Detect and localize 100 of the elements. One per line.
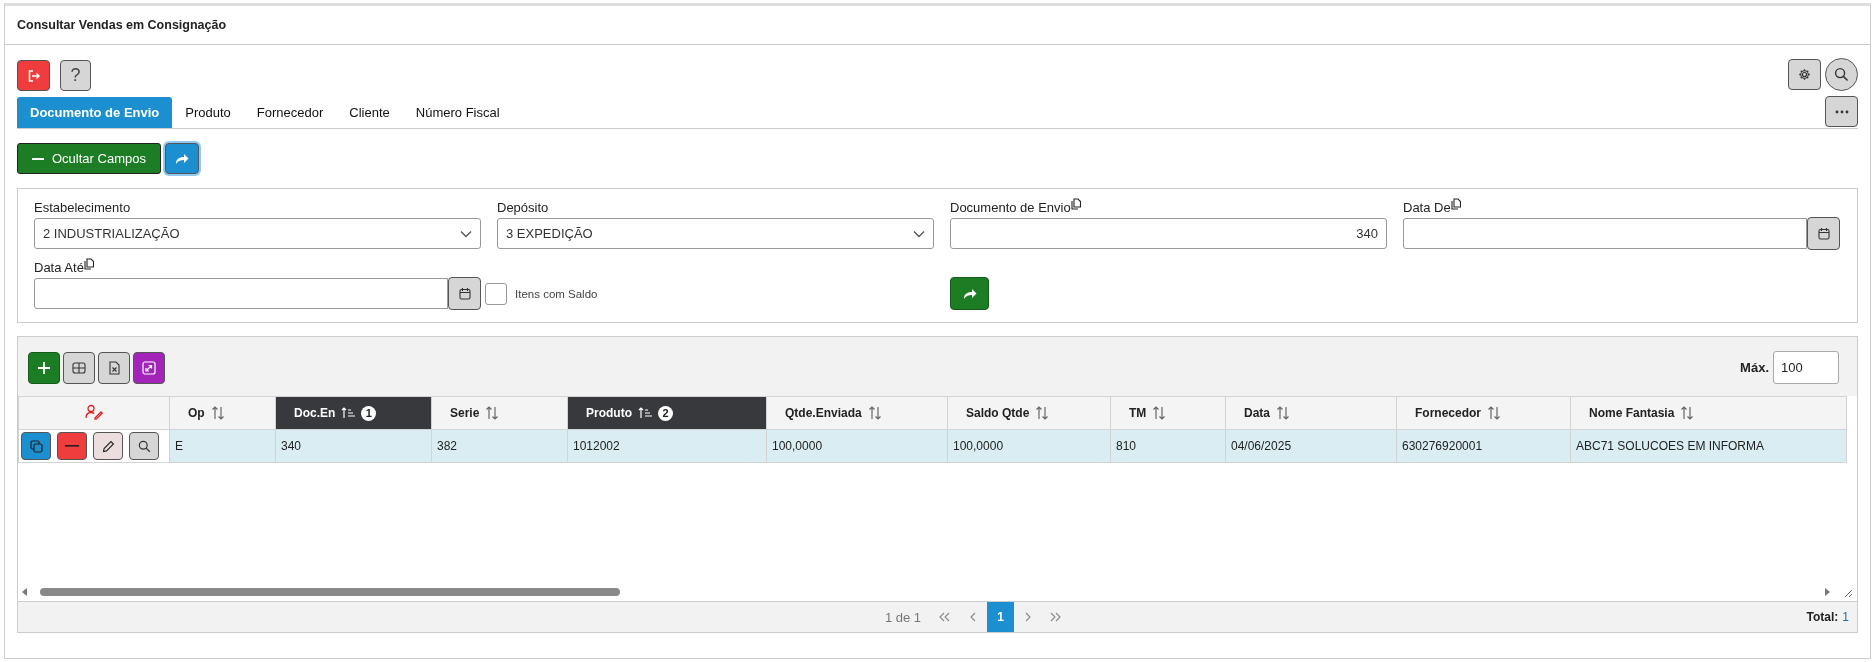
field-label: Depósito bbox=[497, 199, 549, 217]
chevron-down-icon bbox=[913, 229, 925, 238]
sort-order-badge: 2 bbox=[658, 405, 673, 421]
field-label: Estabelecimento bbox=[34, 199, 131, 217]
page-button[interactable]: 1 bbox=[987, 602, 1015, 632]
sort-order-badge: 1 bbox=[361, 405, 377, 421]
view-button[interactable] bbox=[129, 432, 159, 460]
column-header[interactable]: Fornecedor bbox=[1396, 396, 1571, 430]
settings-icon bbox=[1798, 68, 1811, 81]
calendar-button[interactable] bbox=[448, 277, 481, 310]
max-rows-field[interactable]: 100 bbox=[1773, 351, 1839, 384]
tab[interactable]: Documento de Envio bbox=[17, 97, 173, 128]
max-label: Máx. bbox=[1740, 360, 1769, 375]
delete-button[interactable] bbox=[57, 432, 87, 460]
expand-button[interactable] bbox=[133, 351, 165, 384]
select-field[interactable]: 3 EXPEDIÇÃO bbox=[497, 218, 934, 249]
column-header[interactable]: Nome Fantasia bbox=[1570, 396, 1847, 430]
column-header[interactable]: Doc.En 1 bbox=[275, 396, 432, 430]
apply-button[interactable] bbox=[950, 277, 989, 310]
page-title: Consultar Vendas em Consignação bbox=[5, 6, 1870, 45]
settings-button[interactable] bbox=[1788, 59, 1821, 90]
copy-icon bbox=[29, 439, 43, 453]
share-arrow-icon bbox=[962, 287, 977, 300]
sort-ascending-icon bbox=[341, 407, 356, 419]
column-header[interactable]: TM bbox=[1110, 396, 1226, 430]
chevron-down-icon bbox=[460, 229, 472, 238]
sort-icon bbox=[1680, 406, 1695, 420]
sort-icon bbox=[485, 406, 500, 420]
table-cell: 04/06/2025 bbox=[1225, 429, 1397, 463]
chevron-left-icon bbox=[970, 612, 977, 622]
columns-button[interactable] bbox=[63, 351, 95, 384]
table-cell: 630276920001 bbox=[1396, 429, 1571, 463]
sort-icon bbox=[1035, 406, 1050, 420]
column-header[interactable]: Produto 2 bbox=[567, 396, 767, 430]
spreadsheet-file-icon bbox=[108, 360, 120, 375]
table-cell: 100,0000 bbox=[947, 429, 1111, 463]
page-summary: 1 de 1 bbox=[884, 609, 922, 625]
sort-icon bbox=[1487, 406, 1501, 420]
hide-fields-button[interactable]: Ocultar Campos bbox=[17, 143, 161, 174]
double-chevron-left-icon bbox=[939, 612, 952, 622]
exit-icon bbox=[26, 68, 41, 83]
checkbox-label: Itens com Saldo bbox=[515, 288, 598, 300]
column-header[interactable]: Qtde.Enviada bbox=[766, 396, 948, 430]
calendar-icon bbox=[458, 287, 471, 300]
field-label: Data Até bbox=[34, 259, 84, 277]
select-field[interactable]: 2 INDUSTRIALIZAÇÃO bbox=[34, 218, 481, 249]
user-edit-icon bbox=[85, 403, 103, 420]
search-button[interactable] bbox=[1825, 58, 1858, 91]
sort-icon bbox=[867, 406, 882, 420]
table-icon bbox=[72, 361, 86, 374]
table-cell: ABC71 SOLUCOES EM INFORMA bbox=[1570, 429, 1847, 463]
expand-icon bbox=[142, 360, 156, 375]
table-cell: 810 bbox=[1110, 429, 1226, 463]
date-field[interactable] bbox=[34, 278, 448, 309]
table-cell: 340 bbox=[275, 429, 432, 463]
column-header[interactable]: Op bbox=[169, 396, 276, 430]
calendar-button[interactable] bbox=[1807, 217, 1840, 250]
total-value: 1 bbox=[1842, 610, 1849, 624]
input-field[interactable]: 340 bbox=[950, 218, 1387, 249]
chevron-right-icon bbox=[1025, 612, 1032, 622]
tab[interactable]: Cliente bbox=[336, 97, 403, 128]
sort-icon bbox=[1152, 406, 1167, 420]
sort-icon bbox=[1276, 406, 1290, 420]
more-button[interactable] bbox=[1825, 96, 1858, 127]
column-header[interactable]: Data bbox=[1225, 396, 1397, 430]
add-button[interactable] bbox=[28, 351, 60, 384]
pencil-icon bbox=[101, 439, 115, 453]
tab[interactable]: Número Fiscal bbox=[402, 97, 513, 128]
column-header[interactable]: Saldo Qtde bbox=[947, 396, 1111, 430]
checkbox[interactable] bbox=[485, 283, 507, 305]
field-label: Documento de Envio bbox=[950, 199, 1071, 217]
tab[interactable]: Fornecedor bbox=[243, 97, 337, 128]
table-cell: E bbox=[169, 429, 276, 463]
minus-icon bbox=[32, 157, 44, 160]
table-cell: 1012002 bbox=[567, 429, 767, 463]
table-cell: 100,0000 bbox=[766, 429, 948, 463]
table-cell: 382 bbox=[431, 429, 568, 463]
copy-button[interactable] bbox=[21, 432, 51, 460]
total-label: Total: bbox=[1806, 610, 1839, 624]
calendar-icon bbox=[1817, 227, 1830, 240]
sort-icon bbox=[210, 406, 225, 420]
date-field[interactable] bbox=[1403, 218, 1807, 249]
minus-icon bbox=[65, 445, 79, 447]
sort-ascending-icon bbox=[638, 407, 652, 419]
column-header[interactable]: Serie bbox=[431, 396, 568, 430]
export-button[interactable] bbox=[98, 351, 130, 384]
table-row[interactable]: E 340 382 1012002 100,0000 100,0000 810 04/06/2025 630276920001 ABC71 SOLUCOES EM INFORMA bbox=[18, 429, 1847, 463]
share-arrow-icon bbox=[174, 152, 189, 165]
more-icon bbox=[1834, 109, 1849, 114]
double-chevron-right-icon bbox=[1050, 612, 1063, 622]
share-button[interactable] bbox=[164, 143, 199, 174]
plus-icon bbox=[37, 360, 51, 375]
search-icon bbox=[1834, 67, 1849, 82]
tab[interactable]: Produto bbox=[172, 97, 244, 128]
edit-button[interactable] bbox=[93, 432, 123, 460]
field-label: Data De bbox=[1403, 199, 1451, 217]
help-button[interactable]: ? bbox=[60, 60, 91, 91]
search-icon bbox=[137, 439, 151, 453]
horizontal-scrollbar[interactable] bbox=[20, 585, 1832, 599]
exit-button[interactable] bbox=[17, 60, 50, 91]
